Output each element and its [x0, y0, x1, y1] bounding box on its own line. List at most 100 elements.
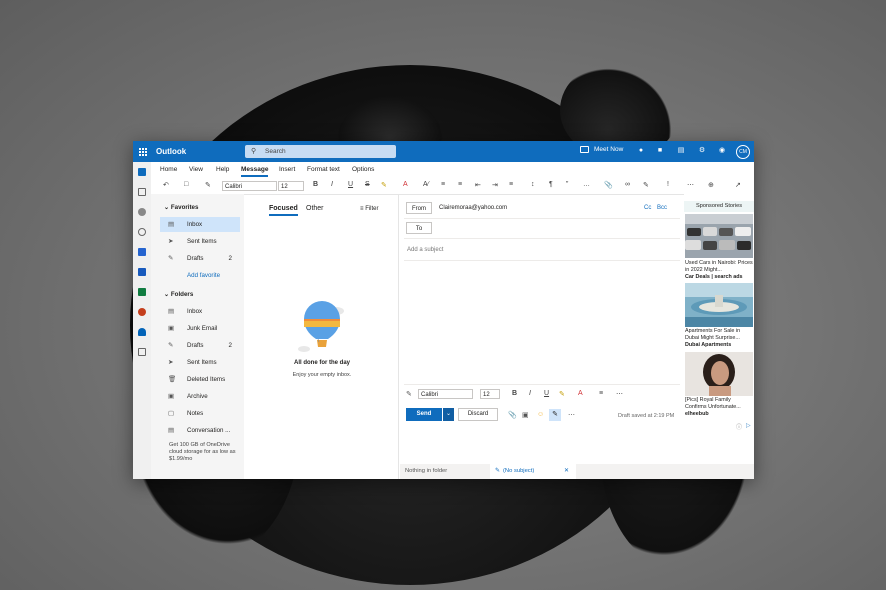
folders-header[interactable]: ⌄ Folders [164, 291, 193, 298]
subject-input[interactable]: Add a subject [407, 247, 443, 253]
bullets-icon[interactable]: ≡ [599, 390, 603, 397]
menu-home[interactable]: Home [160, 166, 177, 173]
mail-icon[interactable] [138, 168, 146, 176]
favorite-inbox[interactable]: ▤ Inbox [160, 217, 240, 232]
zoom-icon[interactable]: ⊕ [708, 181, 714, 189]
tab-other[interactable]: Other [306, 205, 324, 212]
ad-info-icon[interactable]: ▷ [746, 422, 751, 429]
ad-card-2[interactable]: Apartments For Sale in Dubai Might Surpr… [685, 328, 753, 349]
add-favorite-link[interactable]: Add favorite [160, 268, 240, 283]
onedrive-icon[interactable] [138, 328, 146, 336]
editor-icon[interactable]: ✎ [549, 409, 561, 421]
strikethrough-icon[interactable]: S [365, 181, 370, 188]
more-apps-icon[interactable] [138, 348, 146, 356]
tips-icon[interactable]: ◉ [718, 147, 726, 155]
link-icon[interactable]: ∞ [625, 181, 630, 188]
cc-link[interactable]: Cc [644, 205, 651, 211]
menu-options[interactable]: Options [352, 166, 374, 173]
folder-notes[interactable]: ▢ Notes [160, 406, 240, 421]
send-button[interactable]: Send [406, 408, 442, 421]
more-options-icon[interactable]: ⋯ [687, 181, 694, 189]
menu-view[interactable]: View [189, 166, 203, 173]
outdent-icon[interactable]: ⇤ [475, 181, 481, 189]
favorites-header[interactable]: ⌄ Favorites [164, 204, 198, 211]
favorite-drafts[interactable]: ✎ Drafts 2 [160, 251, 240, 266]
todo-icon[interactable] [138, 248, 146, 256]
ad-card-1[interactable]: Used Cars in Nairobi: Prices in 2022 Mig… [685, 260, 753, 281]
numbering-icon[interactable]: ≡ [458, 181, 462, 188]
font-color-icon[interactable]: A [578, 390, 583, 397]
paste-icon[interactable]: □ [184, 181, 188, 188]
onedrive-promo[interactable]: Get 100 GB of OneDrive cloud storage for… [160, 442, 244, 463]
font-color-icon[interactable]: A [403, 181, 408, 188]
app-name[interactable]: Outlook [156, 147, 186, 156]
ad-image-royal[interactable] [685, 352, 753, 396]
emoji-icon[interactable]: ☺ [537, 411, 544, 418]
people-icon[interactable] [138, 208, 146, 216]
app-launcher-icon[interactable] [139, 148, 147, 156]
folder-archive[interactable]: ▣ Archive [160, 389, 240, 404]
folder-conversation[interactable]: ▤ Conversation ... [160, 423, 240, 438]
skype-icon[interactable]: ● [637, 147, 645, 155]
send-options-button[interactable]: ⌄ [442, 408, 454, 421]
to-button[interactable]: To [406, 222, 432, 234]
more-format-icon[interactable]: … [583, 181, 590, 188]
format-painter-icon[interactable]: ✎ [205, 181, 211, 189]
settings-icon[interactable]: ⚙ [698, 147, 706, 155]
undo-icon[interactable]: ↶ [163, 181, 169, 189]
meet-now-button[interactable]: Meet Now [580, 146, 623, 153]
bold-icon[interactable]: B [512, 390, 517, 397]
more-format-icon[interactable]: ⋯ [616, 390, 623, 398]
highlight-icon[interactable]: ✎ [559, 390, 565, 398]
ad-choices-icon[interactable]: ⓘ [736, 422, 742, 431]
attach-icon[interactable]: 📎 [508, 411, 517, 419]
font-select[interactable]: Calibri [222, 181, 277, 191]
quote-icon[interactable]: ” [566, 181, 568, 188]
menu-insert[interactable]: Insert [279, 166, 295, 173]
indent-icon[interactable]: ⇥ [492, 181, 498, 189]
font-select[interactable]: Calibri [418, 389, 473, 399]
filter-button[interactable]: ≡ Filter [360, 206, 379, 212]
folder-sent[interactable]: ➤ Sent Items [160, 355, 240, 370]
underline-icon[interactable]: U [348, 181, 353, 188]
styles-icon[interactable]: ¶ [549, 181, 553, 188]
ad-image-dubai[interactable] [685, 283, 753, 327]
bold-icon[interactable]: B [313, 181, 318, 188]
whats-new-icon[interactable]: ▤ [677, 147, 685, 155]
italic-icon[interactable]: I [331, 181, 333, 188]
folder-junk[interactable]: ▣ Junk Email [160, 321, 240, 336]
popout-icon[interactable]: ↗ [735, 181, 741, 189]
size-select[interactable]: 12 [278, 181, 304, 191]
menu-message[interactable]: Message [241, 166, 269, 177]
from-button[interactable]: From [406, 202, 432, 214]
discard-button[interactable]: Discard [458, 408, 498, 421]
draft-tab[interactable]: ✎ (No subject) ✕ [490, 464, 576, 479]
bcc-link[interactable]: Bcc [657, 205, 667, 211]
bullets-icon[interactable]: ≡ [441, 181, 445, 188]
highlight-icon[interactable]: ✎ [381, 181, 387, 189]
tab-focused[interactable]: Focused [269, 205, 298, 216]
spacing-icon[interactable]: ↕ [531, 181, 535, 188]
favorite-sent-items[interactable]: ➤ Sent Items [160, 234, 240, 249]
teams-icon[interactable]: ■ [656, 147, 664, 155]
avatar[interactable]: CM [736, 145, 750, 159]
clear-format-icon[interactable]: A∕ [423, 181, 429, 188]
importance-icon[interactable]: ! [667, 181, 669, 188]
close-icon[interactable]: ✕ [564, 464, 569, 479]
folder-inbox[interactable]: ▤ Inbox [160, 304, 240, 319]
attach-icon[interactable]: 📎 [604, 181, 613, 189]
search-box[interactable]: ⚲ Search [245, 145, 396, 158]
underline-icon[interactable]: U [544, 390, 549, 397]
folder-deleted[interactable]: 🗑 Deleted Items [160, 372, 240, 387]
image-icon[interactable]: ▣ [522, 411, 529, 419]
ad-image-cars[interactable] [685, 214, 753, 258]
ad-card-3[interactable]: [Pics] Royal Family Confirms Unfortunate… [685, 397, 753, 418]
attachments-icon[interactable] [138, 228, 146, 236]
calendar-icon[interactable] [138, 188, 146, 196]
powerpoint-icon[interactable] [138, 308, 146, 316]
more-actions-icon[interactable]: ⋯ [568, 411, 575, 419]
menu-help[interactable]: Help [216, 166, 229, 173]
message-body[interactable] [404, 264, 680, 382]
format-painter-icon[interactable]: ✎ [406, 390, 412, 398]
word-icon[interactable] [138, 268, 146, 276]
